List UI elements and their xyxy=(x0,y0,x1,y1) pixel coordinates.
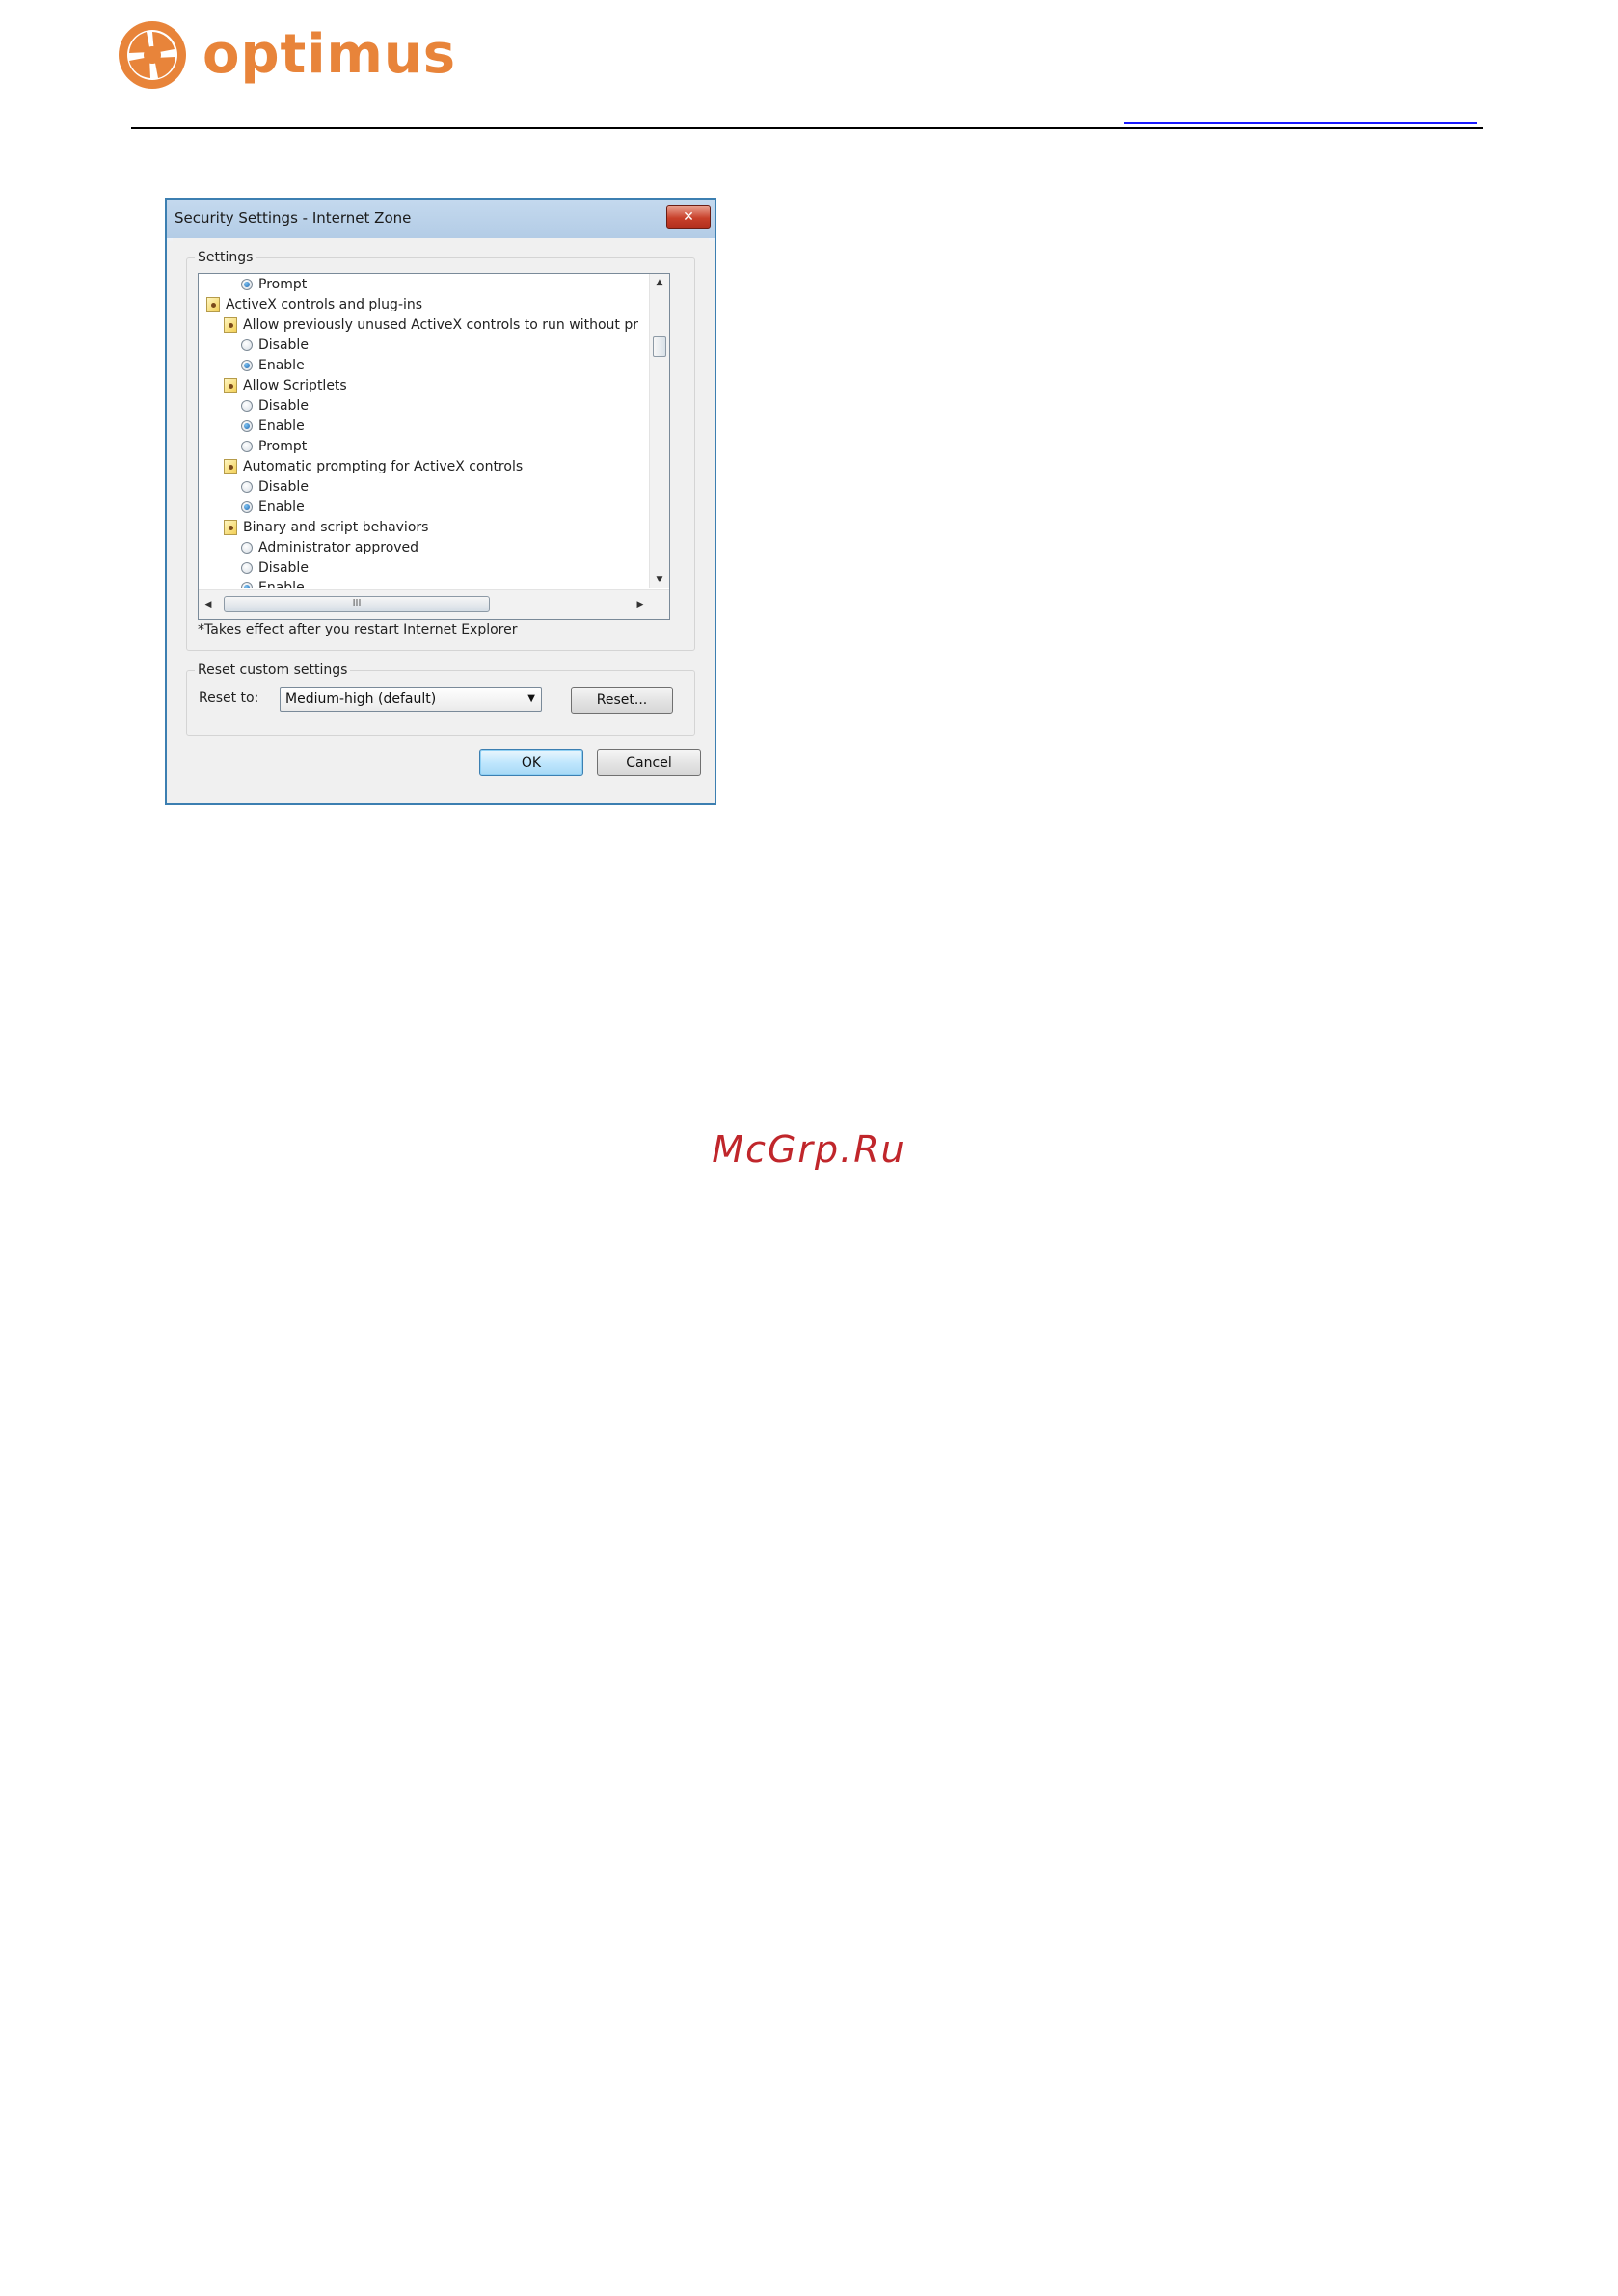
reset-custom-settings-group: Reset custom settings Reset to: Medium-h… xyxy=(186,662,695,736)
setting-option[interactable]: Prompt xyxy=(241,436,307,456)
watermark: McGrp.Ru xyxy=(712,1128,906,1171)
radio-icon[interactable] xyxy=(241,480,253,493)
setting-label: Disable xyxy=(258,559,309,576)
setting-option[interactable]: Administrator approved xyxy=(241,537,418,557)
horizontal-scroll-thumb[interactable]: III xyxy=(224,596,490,612)
settings-page-icon xyxy=(224,458,237,474)
radio-selected-icon[interactable] xyxy=(241,278,253,290)
reset-button[interactable]: Reset... xyxy=(571,687,673,714)
scroll-right-icon[interactable]: ▶ xyxy=(631,590,650,619)
setting-label: Automatic prompting for ActiveX controls xyxy=(243,458,524,474)
setting-category[interactable]: Automatic prompting for ActiveX controls xyxy=(224,456,523,476)
setting-option[interactable]: Disable xyxy=(241,395,309,416)
radio-icon[interactable] xyxy=(241,440,253,452)
reset-group-label: Reset custom settings xyxy=(195,662,351,678)
scroll-down-icon[interactable]: ▼ xyxy=(650,571,669,588)
radio-icon[interactable] xyxy=(241,338,253,351)
reset-level-select[interactable]: Medium-high (default) ▼ xyxy=(280,687,542,712)
radio-selected-icon[interactable] xyxy=(241,419,253,432)
settings-group-label: Settings xyxy=(195,250,256,265)
setting-option[interactable]: Disable xyxy=(241,476,309,497)
brand-logo: optimus xyxy=(116,15,456,95)
setting-label: Allow previously unused ActiveX controls… xyxy=(243,316,638,333)
setting-label: Prompt xyxy=(258,438,308,454)
setting-option[interactable]: Enable xyxy=(241,497,305,517)
settings-page-icon xyxy=(224,519,237,535)
setting-label: Prompt xyxy=(258,276,308,292)
setting-label: ActiveX controls and plug-ins xyxy=(226,296,423,312)
dialog-body: Settings Prompt ActiveX controls and plug… xyxy=(173,238,709,797)
setting-label: Administrator approved xyxy=(258,539,419,555)
radio-selected-icon[interactable] xyxy=(241,500,253,513)
reset-to-label: Reset to: xyxy=(199,690,259,706)
security-settings-dialog: Security Settings - Internet Zone ✕ Sett… xyxy=(165,198,716,805)
aperture-logo-icon xyxy=(119,21,186,89)
setting-label: Enable xyxy=(258,499,305,515)
header-divider xyxy=(131,127,1483,129)
close-icon: ✕ xyxy=(683,209,694,225)
setting-option[interactable]: Enable xyxy=(241,578,305,588)
setting-category[interactable]: ActiveX controls and plug-ins xyxy=(206,294,422,314)
vertical-scrollbar[interactable]: ▲ ▼ xyxy=(649,274,669,588)
dialog-title: Security Settings - Internet Zone xyxy=(175,209,412,227)
scroll-grip: III xyxy=(352,598,362,608)
setting-label: Disable xyxy=(258,478,309,495)
setting-label: Enable xyxy=(258,357,305,373)
settings-page-icon xyxy=(224,316,237,333)
header-link-underline[interactable] xyxy=(1124,122,1477,124)
settings-tree[interactable]: Prompt ActiveX controls and plug-ins Allow… xyxy=(198,273,670,620)
setting-label: Enable xyxy=(258,580,305,589)
setting-category[interactable]: Allow Scriptlets xyxy=(224,375,347,395)
setting-option[interactable]: Prompt xyxy=(241,274,307,294)
horizontal-scrollbar[interactable]: ◀ III ▶ xyxy=(199,589,669,619)
setting-label: Disable xyxy=(258,397,309,414)
chevron-down-icon: ▼ xyxy=(527,693,535,704)
setting-label: Disable xyxy=(258,337,309,353)
setting-option[interactable]: Enable xyxy=(241,355,305,375)
scroll-up-icon[interactable]: ▲ xyxy=(650,274,669,291)
setting-label: Allow Scriptlets xyxy=(243,377,347,393)
radio-selected-icon[interactable] xyxy=(241,359,253,371)
setting-label: Enable xyxy=(258,418,305,434)
radio-icon[interactable] xyxy=(241,561,253,574)
settings-page-icon xyxy=(206,296,220,312)
radio-selected-icon[interactable] xyxy=(241,581,253,588)
radio-icon[interactable] xyxy=(241,399,253,412)
dialog-titlebar[interactable]: Security Settings - Internet Zone ✕ xyxy=(167,200,715,238)
setting-category[interactable]: Binary and script behaviors xyxy=(224,517,428,537)
ok-button[interactable]: OK xyxy=(479,749,583,776)
scroll-left-icon[interactable]: ◀ xyxy=(199,590,218,619)
cancel-button[interactable]: Cancel xyxy=(597,749,701,776)
setting-option[interactable]: Disable xyxy=(241,335,309,355)
restart-note: *Takes effect after you restart Internet… xyxy=(198,622,518,637)
vertical-scroll-thumb[interactable] xyxy=(653,336,666,357)
settings-tree-rows: Prompt ActiveX controls and plug-ins Allow… xyxy=(199,274,638,588)
close-button[interactable]: ✕ xyxy=(666,205,711,229)
setting-label: Binary and script behaviors xyxy=(243,519,429,535)
setting-category[interactable]: Allow previously unused ActiveX controls… xyxy=(224,314,638,335)
radio-icon[interactable] xyxy=(241,541,253,554)
setting-option[interactable]: Enable xyxy=(241,416,305,436)
setting-option[interactable]: Disable xyxy=(241,557,309,578)
settings-page-icon xyxy=(224,377,237,393)
brand-name: optimus xyxy=(202,23,457,86)
reset-level-value: Medium-high (default) xyxy=(285,691,437,707)
